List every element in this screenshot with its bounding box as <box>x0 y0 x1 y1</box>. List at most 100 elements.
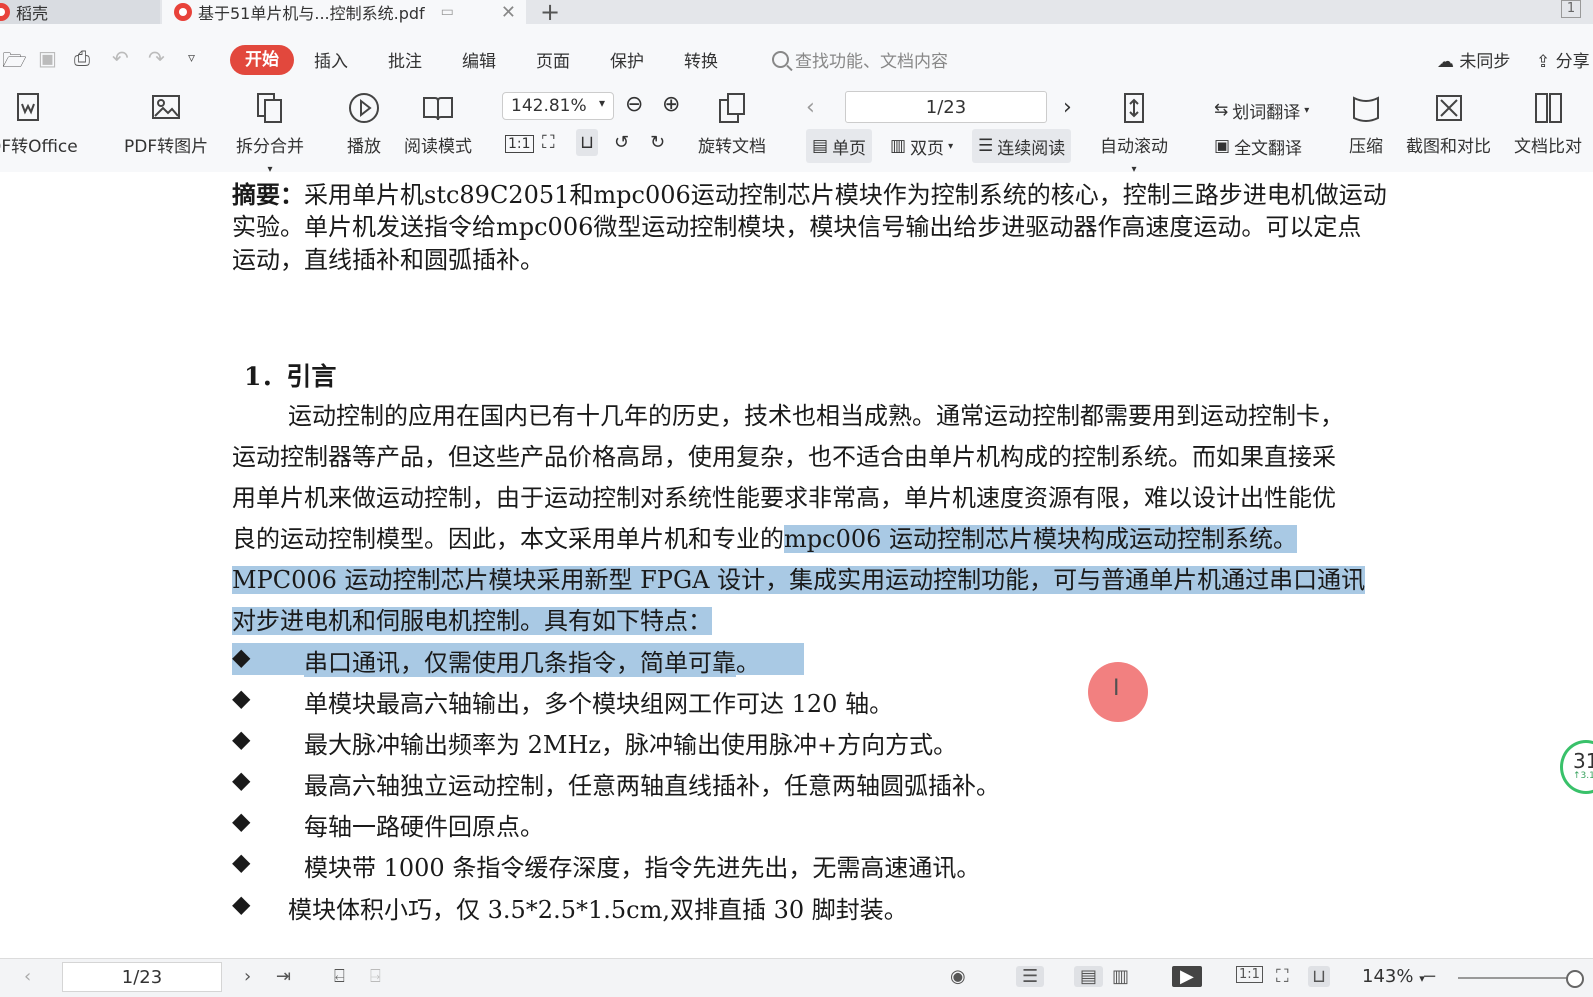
menu-annotate[interactable]: 批注 <box>388 47 422 72</box>
full-translate-button[interactable]: ▣ 全文翻译 <box>1208 129 1308 163</box>
paragraph-line-3: 用单片机来做运动控制，由于运动控制对系统性能要求非常高，单片机速度资源有限，难以… <box>232 484 1336 512</box>
rotate-doc-icon <box>719 93 745 123</box>
read-mode-button[interactable]: 阅读模式 <box>404 88 472 157</box>
zoom-out-icon[interactable]: − <box>1422 966 1437 987</box>
double-page-icon[interactable]: ▥ <box>1112 966 1129 987</box>
open-folder-icon[interactable]: 🗁 <box>2 46 27 80</box>
fit-page-icon[interactable]: ⛶ <box>1276 966 1289 987</box>
play-icon <box>349 93 379 123</box>
tab-document-label: 基于51单片机与...控制系统.pdf <box>198 4 425 23</box>
paragraph-line-2: 运动控制器等产品，但这些产品价格高昂，使用复杂，也不适合由单片机构成的控制系统。… <box>232 443 1336 471</box>
fit-page-icon[interactable]: ⛶ <box>542 132 555 153</box>
diamond-bullet-icon: ◆ <box>232 766 251 794</box>
play-button[interactable]: 播放 <box>346 88 382 157</box>
abstract-label: 摘要： <box>232 180 304 209</box>
menu-page[interactable]: 页面 <box>536 47 570 72</box>
menu-insert[interactable]: 插入 <box>314 47 348 72</box>
bullet-item: ◆ 最大脉冲输出频率为 2MHz，脉冲输出使用脉冲+方向方式。 <box>232 725 958 759</box>
bullet-item: ◆ 模块带 1000 条指令缓存深度，指令先进先出，无需高速通讯。 <box>232 848 981 882</box>
diamond-bullet-icon: ◆ <box>232 725 251 753</box>
screenshot-compare-button[interactable]: 截图和对比 <box>1406 88 1491 157</box>
save-icon[interactable]: ▣ <box>38 46 57 70</box>
tab-document[interactable]: 基于51单片机与...控制系统.pdf ▭ ✕ <box>162 0 526 24</box>
eye-protection-icon[interactable]: ◉ <box>950 966 966 987</box>
selected-text: MPC006 运动控制芯片模块采用新型 FPGA 设计，集成实用运动控制功能，可… <box>232 566 1366 594</box>
tab-home-label: 稻壳 <box>16 4 49 23</box>
rotate-left-icon[interactable]: ↺ <box>614 132 629 153</box>
forward-icon[interactable]: ⍈ <box>370 966 381 987</box>
auto-scroll-button[interactable]: 自动滚动 ▾ <box>1100 88 1168 177</box>
split-merge-button[interactable]: 拆分合并 ▾ <box>236 88 304 177</box>
pdf-to-image-button[interactable]: PDF转图片 <box>124 88 208 157</box>
single-page-icon[interactable]: ▤ <box>1074 966 1104 987</box>
rotate-right-icon[interactable]: ↻ <box>650 132 665 153</box>
zoom-out-icon[interactable]: ⊖ <box>625 92 643 117</box>
image-icon <box>152 95 181 119</box>
menu-convert[interactable]: 转换 <box>684 47 718 72</box>
selected-text: mpc006 运动控制芯片模块构成运动控制系统。 <box>784 525 1297 553</box>
compress-button[interactable]: 压缩 <box>1348 88 1384 157</box>
last-page-icon[interactable]: ⇥ <box>276 966 291 987</box>
sync-status[interactable]: ☁ 未同步 <box>1437 47 1510 72</box>
prev-page-icon[interactable]: ‹ <box>24 966 31 987</box>
sync-label: 未同步 <box>1459 52 1511 72</box>
tab-bar: 稻壳 基于51单片机与...控制系统.pdf ▭ ✕ + 1 <box>0 0 1593 26</box>
pdf-to-office-icon <box>16 93 39 121</box>
zoom-in-icon[interactable]: ⊕ <box>662 92 680 117</box>
paragraph-line-4: 良的运动控制模型。因此，本文采用单片机和专业的mpc006 运动控制芯片模块构成… <box>232 525 1297 553</box>
next-page-icon[interactable]: › <box>244 966 251 987</box>
abstract-line-3: 运动，直线插补和圆弧插补。 <box>232 246 544 274</box>
section-title: 1．引言 <box>244 362 337 391</box>
fit-width-icon[interactable]: ⊔ <box>1308 966 1331 987</box>
window-count[interactable]: 1 <box>1561 0 1581 18</box>
auto-scroll-icon <box>1124 93 1144 123</box>
zoom-value: 142.81% <box>511 96 587 116</box>
status-zoom[interactable]: 143% ▾ <box>1362 966 1425 987</box>
zoom-input[interactable]: 142.81% ▾ <box>502 92 614 120</box>
fit-width-icon[interactable]: ⊔ <box>576 129 599 156</box>
actual-size-icon[interactable]: 1:1 <box>505 135 534 153</box>
menu-start[interactable]: 开始 <box>230 45 294 75</box>
continuous-read-button[interactable]: ☰ 连续阅读 <box>972 129 1072 163</box>
back-icon[interactable]: ⍇ <box>334 966 345 987</box>
actual-size-icon[interactable]: 1:1 <box>1236 966 1263 983</box>
pdf-to-office-button[interactable]: PDF转Office <box>0 88 78 157</box>
zoom-slider[interactable] <box>1458 977 1568 979</box>
diamond-bullet-icon: ◆ <box>232 890 251 918</box>
more-dropdown-icon[interactable]: ▿ <box>188 50 195 66</box>
search-box[interactable]: 查找功能、文档内容 <box>772 47 948 72</box>
play-icon[interactable]: ▶ <box>1172 966 1202 987</box>
doc-compare-button[interactable]: 文档比对 <box>1514 88 1582 157</box>
status-page-input[interactable]: 1/23 <box>62 962 222 992</box>
print-icon[interactable]: ⎙ <box>74 46 90 70</box>
zoom-slider-handle[interactable] <box>1566 970 1584 988</box>
paragraph-line-1: 运动控制的应用在国内已有十几年的历史，技术也相当成熟。通常运动控制都需要用到运动… <box>288 402 1344 430</box>
diamond-bullet-icon: ◆ <box>232 643 251 671</box>
new-tab-button[interactable]: + <box>540 0 560 26</box>
search-icon <box>772 51 789 68</box>
status-bar <box>0 958 1593 997</box>
tab-home[interactable]: 稻壳 <box>0 0 160 24</box>
menu-protect[interactable]: 保护 <box>610 47 644 72</box>
next-page-icon[interactable]: › <box>1063 95 1072 120</box>
rotate-doc-button[interactable]: 旋转文档 <box>698 88 766 157</box>
prev-page-icon[interactable]: ‹ <box>806 95 815 120</box>
page-input[interactable]: 1/23 <box>845 91 1047 123</box>
share-button[interactable]: ⇪ 分享 <box>1536 47 1590 72</box>
continuous-icon[interactable]: ☰ <box>1016 966 1045 987</box>
docer-logo-icon <box>0 3 10 21</box>
bullet-item: ◆ 串口通讯，仅需使用几条指令，简单可靠。 <box>232 643 1032 677</box>
full-translate-icon: ▣ <box>1214 136 1231 156</box>
undo-icon[interactable]: ↶ <box>112 46 129 70</box>
word-translate-button[interactable]: ⇆ 划词翻译 ▾ <box>1208 93 1315 127</box>
doc-compare-icon <box>1535 93 1562 123</box>
redo-icon[interactable]: ↷ <box>148 46 165 70</box>
split-merge-icon <box>257 93 282 123</box>
continuous-read-icon: ☰ <box>978 136 994 156</box>
paragraph-line-6: 对步进电机和伺服电机控制。具有如下特点： <box>232 601 1522 642</box>
single-page-button[interactable]: ▤ 单页 <box>806 129 873 163</box>
screen-icon[interactable]: ▭ <box>441 4 454 20</box>
close-icon[interactable]: ✕ <box>501 2 516 23</box>
double-page-button[interactable]: ▥ 双页 ▾ <box>884 129 959 163</box>
menu-edit[interactable]: 编辑 <box>462 47 496 72</box>
